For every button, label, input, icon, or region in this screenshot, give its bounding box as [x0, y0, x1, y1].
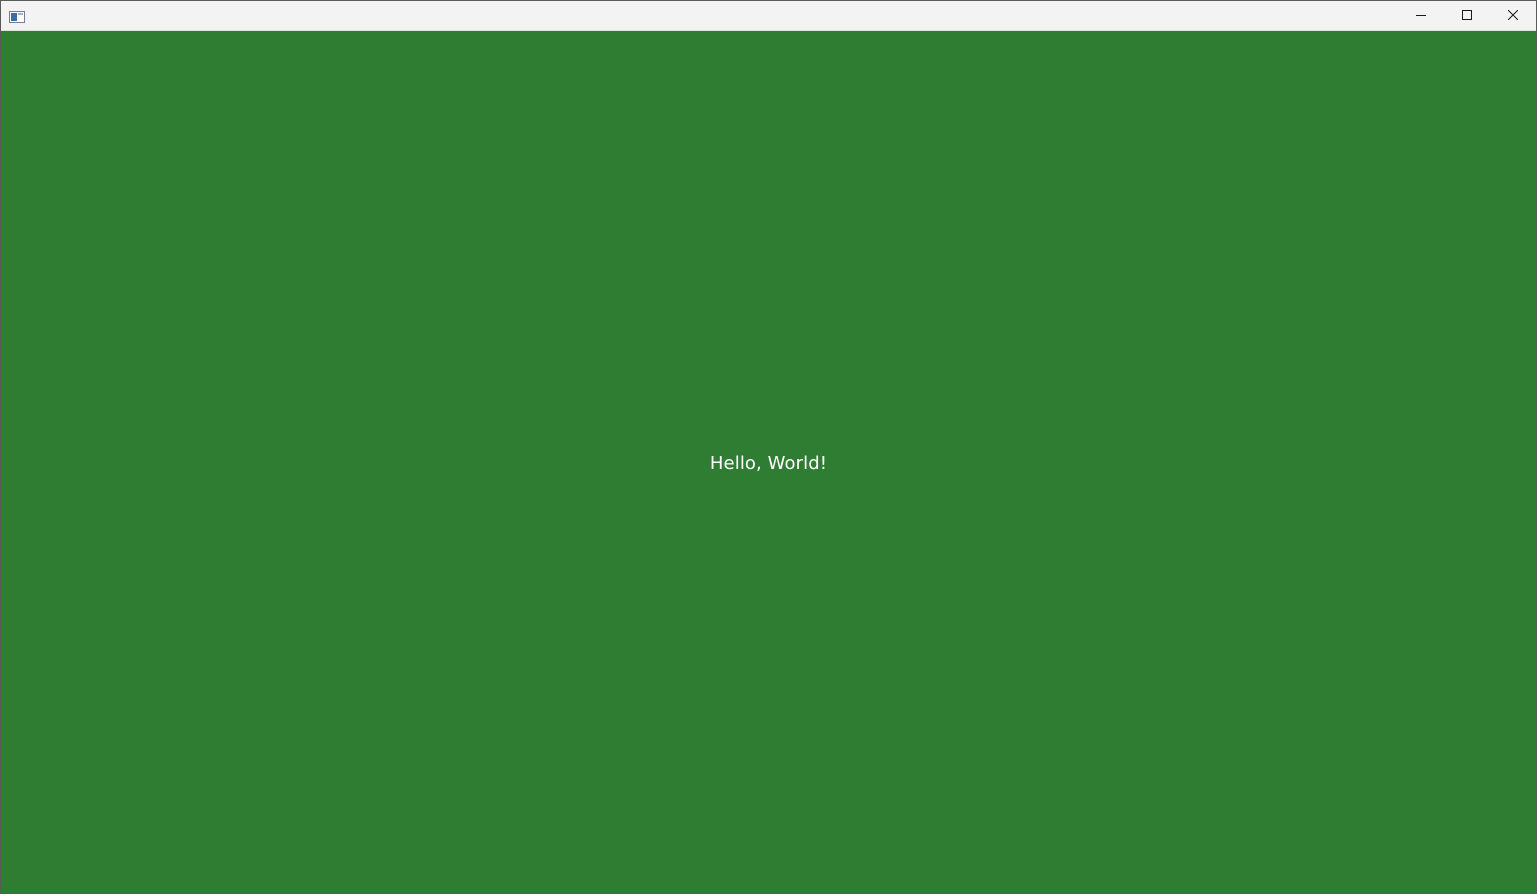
minimize-button[interactable]: [1398, 1, 1444, 31]
close-button[interactable]: [1490, 1, 1536, 31]
app-window: Hello, World!: [0, 0, 1537, 894]
app-window-icon[interactable]: [9, 10, 25, 23]
minimize-icon: [1416, 7, 1426, 25]
title-bar[interactable]: [1, 1, 1536, 31]
caption-buttons: [1398, 1, 1536, 31]
maximize-button[interactable]: [1444, 1, 1490, 31]
close-icon: [1507, 7, 1519, 25]
greeting-text: Hello, World!: [709, 453, 828, 474]
maximize-icon: [1462, 7, 1472, 25]
client-area: Hello, World!: [1, 31, 1536, 893]
